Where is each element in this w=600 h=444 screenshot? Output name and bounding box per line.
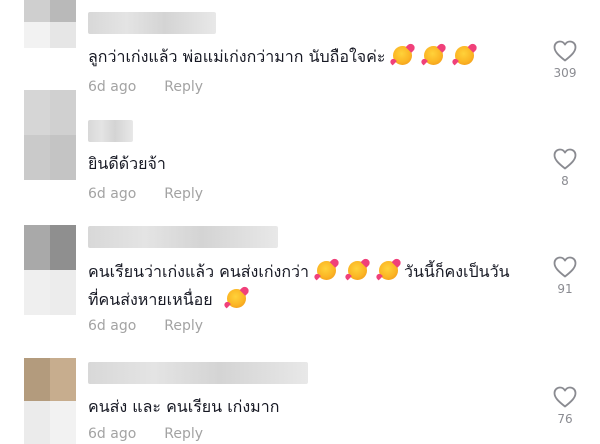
smiling-face-with-hearts-icon: [393, 46, 413, 65]
like-count: 8: [561, 174, 569, 188]
like-count: 76: [557, 412, 573, 426]
comment-time: 6d ago: [88, 318, 137, 334]
avatar[interactable]: [24, 358, 76, 444]
smiling-face-with-hearts-icon: [424, 46, 444, 65]
reply-button[interactable]: Reply: [164, 186, 203, 202]
reply-button[interactable]: Reply: [164, 318, 203, 334]
comment-meta: 6d ago Reply: [88, 318, 203, 334]
comment-time: 6d ago: [88, 426, 137, 442]
comment-text: ลูกว่าเก่งแล้ว พ่อแม่เก่งกว่ามาก นับถือใ…: [88, 44, 480, 69]
avatar[interactable]: [24, 90, 76, 180]
comment-meta: 6d ago Reply: [88, 186, 203, 202]
comment-text: ยินดีด้วยจ้า: [88, 154, 166, 173]
username-redacted[interactable]: [88, 226, 278, 248]
like-count: 309: [553, 66, 577, 80]
like-button[interactable]: 76: [550, 386, 580, 426]
smiling-face-with-hearts-icon: [455, 46, 475, 65]
reply-button[interactable]: Reply: [164, 79, 203, 95]
username-redacted[interactable]: [88, 12, 216, 34]
reply-button[interactable]: Reply: [164, 426, 203, 442]
comment-meta: 6d ago Reply: [88, 79, 203, 95]
smiling-face-with-hearts-icon: [316, 261, 336, 280]
like-count: 91: [557, 282, 573, 296]
heart-outline-icon: [553, 148, 577, 170]
like-button[interactable]: 91: [550, 256, 580, 296]
comment-meta: 6d ago Reply: [88, 426, 203, 442]
heart-outline-icon: [553, 40, 577, 62]
avatar[interactable]: [24, 0, 76, 48]
username-redacted[interactable]: [88, 362, 308, 384]
comment-time: 6d ago: [88, 79, 137, 95]
like-button[interactable]: 8: [550, 148, 580, 188]
smiling-face-with-hearts-icon: [226, 289, 246, 308]
comment-text: คนเรียนว่าเก่งแล้ว คนส่งเก่งกว่า วันนี้ก็…: [88, 261, 510, 309]
username-redacted[interactable]: [88, 120, 133, 142]
comment-time: 6d ago: [88, 186, 137, 202]
smiling-face-with-hearts-icon: [347, 261, 367, 280]
comment-text: คนส่ง และ คนเรียน เก่งมาก: [88, 397, 280, 416]
like-button[interactable]: 309: [550, 40, 580, 80]
heart-outline-icon: [553, 256, 577, 278]
avatar[interactable]: [24, 225, 76, 315]
smiling-face-with-hearts-icon: [378, 261, 398, 280]
heart-outline-icon: [553, 386, 577, 408]
